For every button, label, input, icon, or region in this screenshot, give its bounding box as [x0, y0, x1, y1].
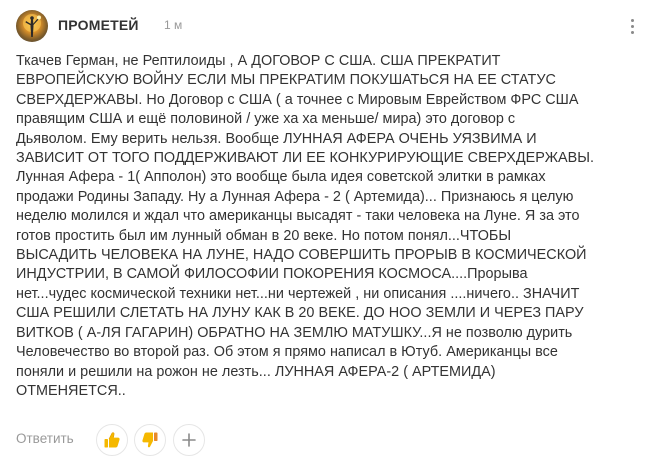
- comment-text-line: Лунная Афера - 1( Апполон) это вообще бы…: [16, 169, 546, 186]
- comment-text: Ткачев Герман, не Рептилоиды , А ДОГОВОР…: [16, 52, 628, 401]
- like-button[interactable]: [96, 424, 128, 456]
- comment-text-line: Дьяволом. Ему верить нельзя. Вообще ЛУНН…: [16, 130, 537, 147]
- comment-text-line: поняли и решили на рожон не лезть... ЛУН…: [16, 363, 496, 380]
- comment-text-line: Ткачев Герман, не Рептилоиды , А ДОГОВОР…: [16, 53, 501, 69]
- comment-text-line: ИНДУСТРИИ, В САМОЙ ФИЛОСОФИИ ПОКОРЕНИЯ К…: [16, 266, 528, 283]
- comment-header: ПРОМЕТЕЙ 1 м: [16, 10, 656, 42]
- comment-text-line: Человечество во второй раз. Об этом я пр…: [16, 344, 558, 361]
- thumbs-up-icon: [104, 432, 120, 448]
- add-reaction-button[interactable]: [173, 424, 205, 456]
- comment-text-line: продажи Родины Западу. Ну а Лунная Афера…: [16, 188, 574, 205]
- comment-text-line: ОТМЕНЯЕТСЯ..: [16, 382, 126, 399]
- more-vertical-icon[interactable]: [627, 17, 639, 37]
- comment-text-line: ЕВРОПЕЙСКУЮ ВОЙНУ ЕСЛИ МЫ ПРЕКРАТИМ ПОКУ…: [16, 72, 556, 89]
- comment-text-line: неделю молился и ждал что американцы выс…: [16, 208, 580, 225]
- comment-text-line: ВЫСАДИТЬ ЧЕЛОВЕКА НА ЛУНЕ, НАДО СОВЕРШИТ…: [16, 247, 587, 264]
- comment-text-line: правящим США и ещё половиной / уже ха ха…: [16, 111, 516, 128]
- avatar-figure-icon: [23, 14, 41, 37]
- comment-actions: Ответить: [16, 424, 416, 456]
- dislike-button[interactable]: [134, 424, 166, 456]
- comment-text-line: готов простить был им лунный обман в 20 …: [16, 227, 512, 244]
- comment-card: ПРОМЕТЕЙ 1 м Ткачев Герман, не Рептилоид…: [0, 0, 668, 470]
- comment-text-line: США РЕШИЛИ СЛЕТАТЬ НА ЛУНУ КАК В 20 ВЕКЕ…: [16, 305, 584, 322]
- comment-text-line: ВИТКОВ ( А-ЛЯ ГАГАРИН) ОБРАТНО НА ЗЕМЛЮ …: [16, 324, 573, 341]
- comment-timestamp: 1 м: [164, 18, 183, 32]
- author-name[interactable]: ПРОМЕТЕЙ: [58, 17, 139, 33]
- avatar[interactable]: [16, 10, 48, 42]
- reply-button[interactable]: Ответить: [16, 431, 74, 446]
- plus-icon: [182, 433, 196, 447]
- comment-text-line: нет...чудес космической техники нет...ни…: [16, 285, 580, 302]
- comment-text-line: ЗАВИСИТ ОТ ТОГО ПОДДЕРЖИВАЮТ ЛИ ЕЕ КОНКУ…: [16, 150, 595, 167]
- comment-text-line: СВЕРХДЕРЖАВЫ. Но Договор с США ( а точне…: [16, 91, 579, 108]
- thumbs-down-icon: [142, 432, 158, 448]
